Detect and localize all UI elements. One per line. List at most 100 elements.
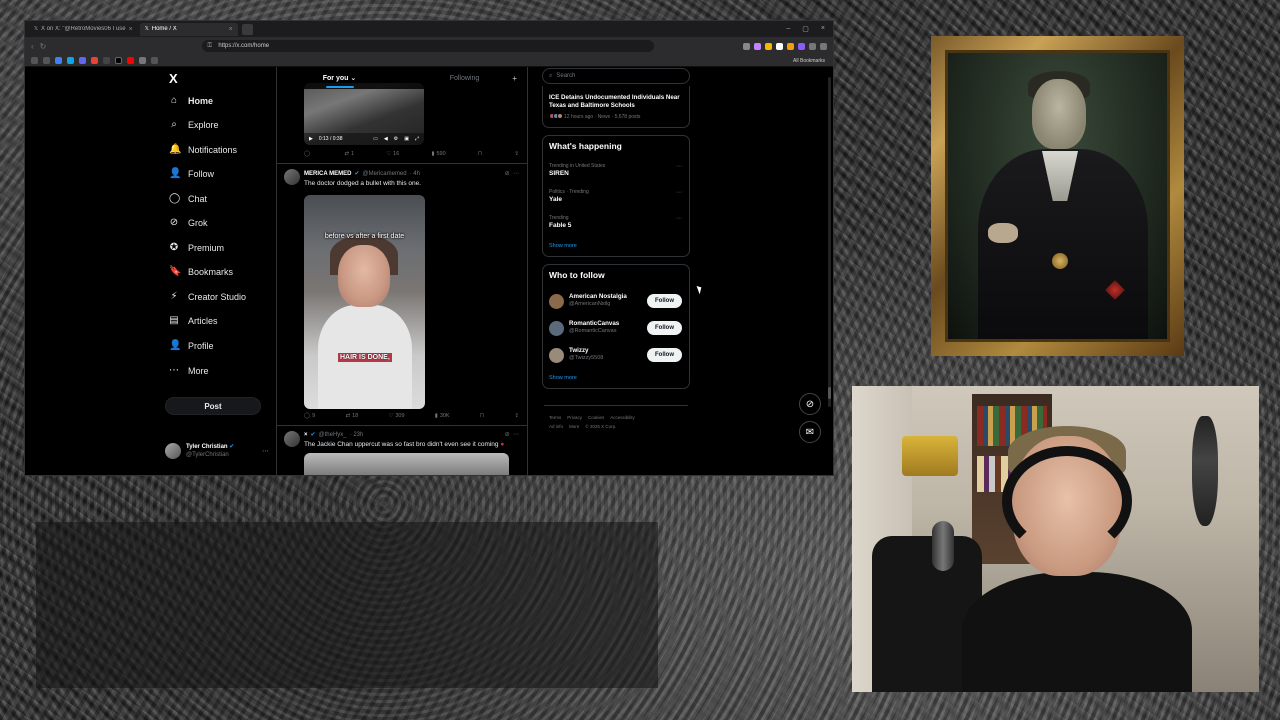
tab-for-you[interactable]: For you ⌄ bbox=[277, 74, 402, 88]
back-icon[interactable]: ‹ bbox=[31, 42, 34, 51]
bookmark-icon[interactable] bbox=[31, 57, 38, 64]
browser-tab-2[interactable]: 𝕏 Home / X × bbox=[139, 22, 238, 36]
views-button[interactable]: ▮ 590 bbox=[431, 151, 445, 157]
tweet-time[interactable]: · 4h bbox=[410, 171, 420, 177]
youtube-icon[interactable] bbox=[127, 57, 134, 64]
avatar[interactable] bbox=[549, 348, 564, 363]
like-button[interactable]: ♡ 16 bbox=[386, 151, 399, 157]
search-input[interactable]: ⌕ Search bbox=[542, 68, 690, 84]
avatar[interactable] bbox=[549, 294, 564, 309]
avatar[interactable] bbox=[284, 431, 300, 447]
nav-item-profile[interactable]: 👤 Profile bbox=[169, 340, 214, 351]
volume-icon[interactable]: ◀ bbox=[384, 136, 388, 142]
x-logo-icon[interactable]: X bbox=[169, 71, 178, 86]
news-title[interactable]: ICE Detains Undocumented Individuals Nea… bbox=[549, 94, 685, 110]
bookmark-icon[interactable] bbox=[43, 57, 50, 64]
extension-icon[interactable] bbox=[743, 42, 750, 50]
bookmark-icon[interactable] bbox=[79, 57, 86, 64]
bookmark-icon[interactable] bbox=[139, 57, 146, 64]
pip-icon[interactable]: ▣ bbox=[404, 136, 409, 142]
nav-item-follow[interactable]: 👤 Follow bbox=[169, 168, 214, 179]
retweet-button[interactable]: ⇄ 1 bbox=[344, 151, 354, 157]
plus-icon[interactable]: + bbox=[512, 74, 517, 83]
follow-button[interactable]: Follow bbox=[647, 348, 682, 362]
settings-icon[interactable]: ⚙ bbox=[394, 136, 398, 142]
address-bar[interactable]: ⚿ https://x.com/home bbox=[202, 40, 655, 52]
bookmark-icon[interactable] bbox=[67, 57, 74, 64]
footer-link[interactable]: More bbox=[569, 424, 579, 429]
tweet-video[interactable]: before vs after a first date HAIR IS DON… bbox=[304, 195, 425, 409]
extension-icon[interactable] bbox=[765, 42, 772, 50]
extension-icon[interactable] bbox=[809, 42, 816, 50]
footer-link[interactable]: © 2025 X Corp. bbox=[585, 424, 616, 429]
close-icon[interactable]: × bbox=[229, 26, 233, 33]
bookmark-icon[interactable] bbox=[151, 57, 158, 64]
share-icon[interactable]: ⇪ bbox=[514, 151, 519, 157]
bookmark-button[interactable]: ⊓ bbox=[480, 413, 484, 419]
nav-item-grok[interactable]: ⊘ Grok bbox=[169, 217, 208, 228]
follow-button[interactable]: Follow bbox=[647, 321, 682, 335]
retweet-button[interactable]: ⇄ 18 bbox=[345, 413, 358, 419]
footer-link[interactable]: Accessibility bbox=[610, 415, 635, 420]
tweet-author-handle[interactable]: @Mericamemed bbox=[362, 171, 406, 177]
extension-icon[interactable] bbox=[754, 42, 761, 50]
reply-button[interactable]: ◯ bbox=[304, 151, 312, 157]
views-button[interactable]: ▮ 30K bbox=[435, 413, 450, 419]
all-bookmarks[interactable]: All Bookmarks bbox=[793, 58, 825, 64]
more-icon[interactable]: ⋯ bbox=[513, 171, 519, 177]
extension-icon[interactable] bbox=[798, 42, 805, 50]
nav-item-notifications[interactable]: 🔔 Notifications bbox=[169, 144, 237, 155]
tweet-video[interactable]: ▶ 0:13 / 0:38 ▭ ◀ ⚙ ▣ ⤢ bbox=[304, 83, 424, 145]
avatar[interactable] bbox=[284, 169, 300, 185]
more-icon[interactable]: ⋯ bbox=[513, 432, 519, 438]
like-button[interactable]: ♡ 309 bbox=[388, 413, 404, 419]
nav-item-premium[interactable]: ✪ Premium bbox=[169, 242, 224, 253]
extension-icon[interactable] bbox=[787, 42, 794, 50]
nav-item-articles[interactable]: ▤ Articles bbox=[169, 315, 217, 326]
nav-item-more[interactable]: ⋯ More bbox=[169, 365, 209, 376]
gmail-icon[interactable] bbox=[91, 57, 98, 64]
trend-name[interactable]: SIREN bbox=[549, 170, 569, 177]
browser-tab-1[interactable]: 𝕏 X on X: "@RetroMovies06 I use × bbox=[29, 23, 138, 36]
bookmark-button[interactable]: ⊓ bbox=[478, 151, 482, 157]
captions-icon[interactable]: ▭ bbox=[373, 136, 378, 142]
new-tab-button[interactable] bbox=[241, 23, 253, 35]
post-button[interactable]: Post bbox=[165, 397, 261, 415]
tab-following[interactable]: Following bbox=[402, 75, 527, 82]
nav-item-home[interactable]: ⌂ Home bbox=[169, 95, 213, 106]
more-icon[interactable]: ⋯ bbox=[676, 215, 682, 222]
more-icon[interactable]: ⋯ bbox=[262, 447, 269, 455]
avatar[interactable] bbox=[549, 321, 564, 336]
grok-float-button[interactable]: ⊘ bbox=[799, 393, 821, 415]
trend-name[interactable]: Fable 5 bbox=[549, 222, 571, 229]
more-icon[interactable]: ⋯ bbox=[676, 163, 682, 170]
messages-float-button[interactable]: ✉ bbox=[799, 421, 821, 443]
account-switcher[interactable]: Tyler Christian ✔ @TylerChristian ⋯ bbox=[165, 443, 269, 459]
play-icon[interactable]: ▶ bbox=[309, 136, 313, 142]
follow-suggestion-name[interactable]: Twizzy bbox=[569, 347, 588, 354]
trend-name[interactable]: Yale bbox=[549, 196, 562, 203]
bookmark-icon[interactable] bbox=[55, 57, 62, 64]
follow-suggestion-name[interactable]: RomanticCanvas bbox=[569, 320, 619, 327]
nav-item-explore[interactable]: ⌕ Explore bbox=[169, 119, 218, 130]
reload-icon[interactable]: ↻ bbox=[40, 42, 47, 51]
x-bookmark-icon[interactable] bbox=[115, 57, 122, 64]
extension-icon[interactable] bbox=[776, 42, 783, 50]
grok-icon[interactable]: ⊘ bbox=[505, 432, 510, 438]
footer-link[interactable]: Ad info bbox=[549, 424, 563, 429]
share-icon[interactable]: ⇪ bbox=[514, 413, 519, 419]
maximize-icon[interactable]: ▢ bbox=[802, 25, 809, 33]
scrollbar[interactable] bbox=[828, 77, 831, 407]
show-more-link[interactable]: Show more bbox=[549, 375, 577, 381]
nav-item-bookmarks[interactable]: 🔖 Bookmarks bbox=[169, 266, 233, 277]
tweet-author-name[interactable]: × bbox=[304, 432, 308, 438]
tweet-media[interactable] bbox=[304, 453, 509, 475]
grok-icon[interactable]: ⊘ bbox=[505, 171, 510, 177]
show-more-link[interactable]: Show more bbox=[549, 243, 577, 249]
tweet-author-handle[interactable]: @theHyx_ bbox=[319, 432, 347, 438]
close-window-icon[interactable]: × bbox=[821, 25, 825, 33]
close-icon[interactable]: × bbox=[129, 26, 133, 33]
nav-item-chat[interactable]: ◯ Chat bbox=[169, 193, 207, 204]
footer-link[interactable]: Cookies bbox=[588, 415, 604, 420]
fullscreen-icon[interactable]: ⤢ bbox=[415, 136, 419, 142]
